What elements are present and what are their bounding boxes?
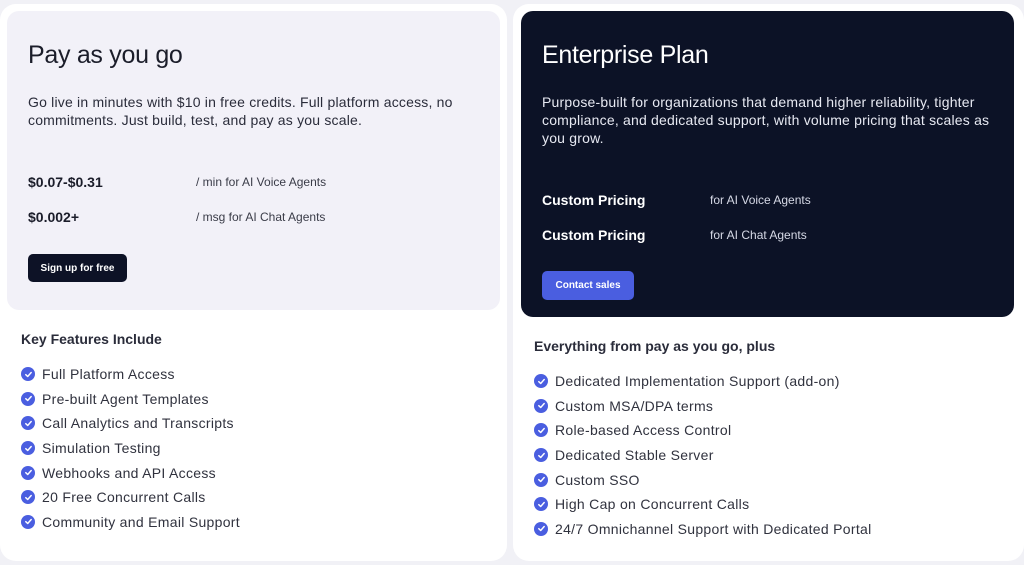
feature-label: Full Platform Access [42,366,175,383]
check-circle-icon [21,490,35,505]
feature-item: Call Analytics and Transcripts [21,411,240,436]
feature-label: Custom MSA/DPA terms [555,397,714,414]
feature-item: Custom SSO [534,467,872,492]
enterprise-feature-list: Dedicated Implementation Support (add-on… [534,369,872,541]
price-value: Custom Pricing [542,227,646,243]
payg-title: Pay as you go [28,41,183,69]
feature-item: Simulation Testing [21,436,240,461]
payg-card: Pay as you go Go live in minutes with $1… [0,4,507,561]
check-circle-icon [534,521,548,536]
check-circle-icon [534,472,548,487]
enterprise-price-chat: Custom Pricing for AI Chat Agents [542,227,807,243]
price-note: for AI Voice Agents [710,193,811,207]
feature-item: 20 Free Concurrent Calls [21,485,240,510]
feature-item: Full Platform Access [21,362,240,387]
contact-sales-button[interactable]: Contact sales [542,271,634,300]
feature-label: Community and Email Support [42,513,240,530]
check-circle-icon [21,514,35,529]
feature-label: Simulation Testing [42,440,161,457]
check-circle-icon [21,465,35,480]
feature-item: Community and Email Support [21,510,240,535]
feature-label: Custom SSO [555,471,640,488]
payg-features-heading: Key Features Include [21,331,162,347]
enterprise-description: Purpose-built for organizations that dem… [542,94,990,146]
feature-item: High Cap on Concurrent Calls [534,492,872,517]
check-circle-icon [534,423,548,438]
feature-item: Custom MSA/DPA terms [534,394,872,419]
enterprise-price-voice: Custom Pricing for AI Voice Agents [542,192,811,208]
feature-item: Webhooks and API Access [21,460,240,485]
price-value: $0.07-$0.31 [28,174,103,190]
payg-header-panel: Pay as you go Go live in minutes with $1… [7,11,500,310]
check-circle-icon [21,391,35,406]
feature-label: Dedicated Implementation Support (add-on… [555,373,840,390]
feature-label: High Cap on Concurrent Calls [555,496,750,513]
feature-label: Call Analytics and Transcripts [42,415,234,432]
check-circle-icon [21,441,35,456]
check-circle-icon [534,398,548,413]
price-value: $0.002+ [28,209,79,225]
feature-label: Webhooks and API Access [42,464,216,481]
price-value: Custom Pricing [542,192,646,208]
check-circle-icon [534,497,548,512]
enterprise-title: Enterprise Plan [542,41,709,69]
feature-item: Role-based Access Control [534,418,872,443]
signup-button[interactable]: Sign up for free [28,254,127,282]
price-note: / msg for AI Chat Agents [196,210,326,224]
check-circle-icon [21,367,35,382]
feature-label: Pre-built Agent Templates [42,390,209,407]
feature-label: 20 Free Concurrent Calls [42,489,206,506]
feature-label: Role-based Access Control [555,422,732,439]
enterprise-card: Enterprise Plan Purpose-built for organi… [513,4,1024,561]
price-note: / min for AI Voice Agents [196,175,327,189]
check-circle-icon [534,374,548,389]
check-circle-icon [21,416,35,431]
feature-label: 24/7 Omnichannel Support with Dedicated … [555,520,872,537]
enterprise-header-panel: Enterprise Plan Purpose-built for organi… [521,11,1014,317]
feature-item: Dedicated Implementation Support (add-on… [534,369,872,394]
feature-item: 24/7 Omnichannel Support with Dedicated … [534,517,872,542]
price-note: for AI Chat Agents [710,228,807,242]
check-circle-icon [534,448,548,463]
feature-label: Dedicated Stable Server [555,447,714,464]
feature-item: Pre-built Agent Templates [21,387,240,412]
feature-item: Dedicated Stable Server [534,443,872,468]
payg-price-chat: $0.002+ / msg for AI Chat Agents [28,209,325,225]
payg-feature-list: Full Platform Access Pre-built Agent Temp… [21,362,240,534]
payg-description: Go live in minutes with $10 in free cred… [28,94,453,128]
enterprise-features-heading: Everything from pay as you go, plus [534,338,776,354]
payg-price-voice: $0.07-$0.31 / min for AI Voice Agents [28,174,326,190]
